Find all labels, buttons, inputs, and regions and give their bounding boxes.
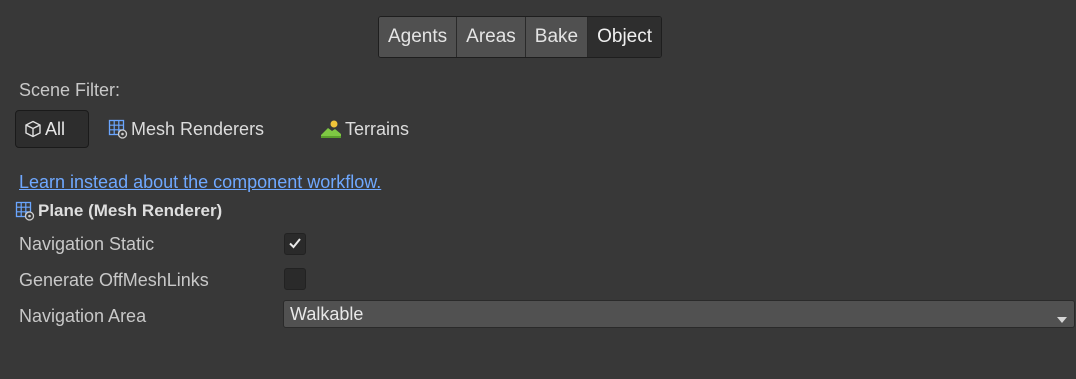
generate-offmeshlinks-checkbox[interactable] [284,268,306,290]
generate-offmeshlinks-label: Generate OffMeshLinks [19,270,209,290]
object-title: Plane (Mesh Renderer) [15,201,222,221]
cube-icon [24,120,42,138]
filter-all-button[interactable]: All [15,110,89,148]
terrain-icon [320,119,342,139]
mesh-renderer-icon [108,119,128,139]
filter-mesh-renderers-label: Mesh Renderers [131,118,265,139]
chevron-down-icon [1056,309,1068,330]
navigation-area-label: Navigation Area [19,306,147,326]
navigation-area-dropdown[interactable]: Walkable [283,300,1075,328]
object-title-label: Plane (Mesh Renderer) [38,201,223,220]
tab-object[interactable]: Object [588,17,662,57]
filter-mesh-renderers-button[interactable]: Mesh Renderers [108,110,264,148]
tab-bake[interactable]: Bake [525,17,589,57]
filter-all-label: All [45,118,66,139]
tab-agents[interactable]: Agents [379,17,458,57]
navigation-area-value: Walkable [290,303,364,324]
filter-terrains-button[interactable]: Terrains [320,110,409,148]
checkmark-icon [288,234,302,255]
component-workflow-link[interactable]: Learn instead about the component workfl… [19,172,381,193]
navigation-static-checkbox[interactable] [284,233,306,255]
navigation-toolbar: Agents Areas Bake Object [0,0,1076,66]
mesh-renderer-icon [15,201,35,221]
scene-filter-label: Scene Filter: [19,80,121,100]
navigation-static-label: Navigation Static [19,234,155,254]
filter-terrains-label: Terrains [345,118,410,139]
tab-areas[interactable]: Areas [457,17,526,57]
navigation-tabs: Agents Areas Bake Object [378,16,663,58]
